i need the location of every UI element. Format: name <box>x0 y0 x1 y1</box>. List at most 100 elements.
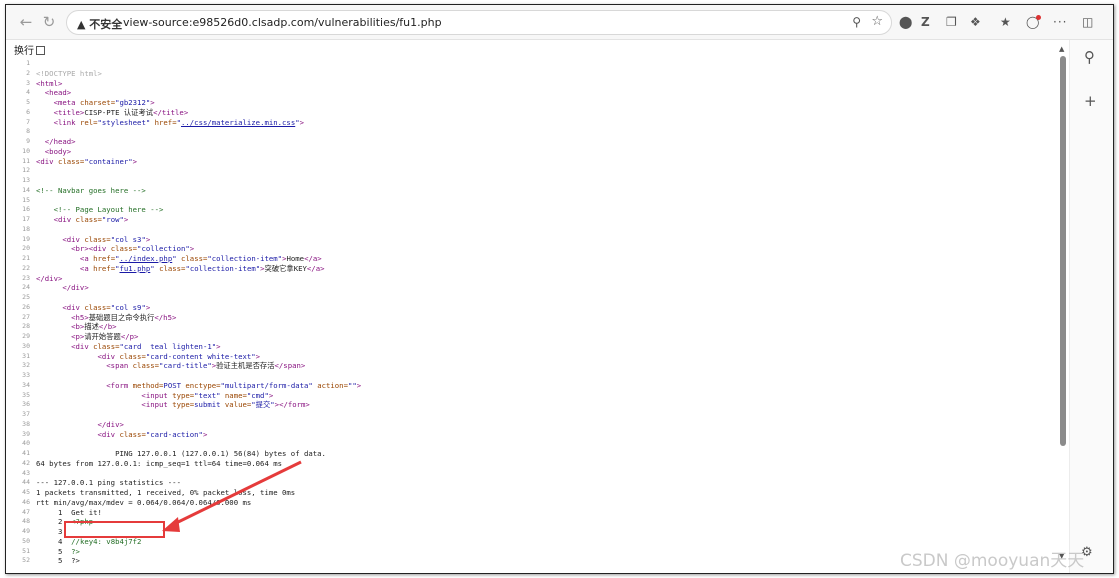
source-token: > <box>145 302 151 312</box>
line-text: </div> <box>36 283 88 293</box>
line-number: 35 <box>22 390 30 399</box>
scroll-thumb[interactable] <box>1060 56 1066 446</box>
source-line: 40 <box>18 439 1048 449</box>
url-text[interactable]: view-source:e98526d0.clsadp.com/vulnerab… <box>123 16 442 29</box>
source-token: ></form> <box>274 400 310 410</box>
line-text: 5 ?> <box>36 547 80 557</box>
line-number: 47 <box>22 507 30 516</box>
source-token: <b> <box>36 322 85 332</box>
line-wrap-toggle[interactable]: 换行 <box>14 42 45 57</box>
source-token: "multipart/form-data" <box>220 380 313 390</box>
source-token: "collection-item" <box>207 254 283 263</box>
source-line: 51 5 ?> <box>18 547 1048 557</box>
source-token: 验证主机是否存活 <box>216 361 275 371</box>
source-token: type= <box>172 400 195 410</box>
source-token: 突破它拿KEY <box>264 263 307 273</box>
source-token: Home <box>286 254 305 263</box>
line-number: 39 <box>22 429 30 438</box>
line-text: <body> <box>36 147 71 157</box>
line-number: 26 <box>22 302 30 311</box>
source-token: </h5> <box>154 312 177 322</box>
scroll-up-icon[interactable]: ▲ <box>1059 45 1064 53</box>
line-text: 3 <box>36 527 62 537</box>
source-line: 35 <input type="text" name="cmd"> <box>18 391 1048 401</box>
source-token: > <box>150 98 155 107</box>
source-line: 16 <!-- Page Layout here --> <box>18 205 1048 215</box>
source-token: <div <box>36 429 120 439</box>
line-number: 46 <box>22 497 30 506</box>
source-link[interactable]: ../css/materialize.min.css <box>181 118 295 127</box>
source-token: </title> <box>153 107 189 117</box>
source-link[interactable]: ../index.php <box>120 254 173 263</box>
back-arrow-icon[interactable]: ← <box>17 13 35 31</box>
source-token: <title> <box>36 107 85 117</box>
line-number: 12 <box>22 166 30 175</box>
source-token: "collection-item" <box>185 263 261 273</box>
source-token: POST <box>163 380 181 390</box>
add-icon[interactable]: + <box>1084 92 1097 110</box>
line-text: <meta charset="gb2312"> <box>36 98 155 108</box>
source-token: <link <box>36 117 80 127</box>
line-text: <link rel="stylesheet" href="../css/mate… <box>36 118 304 128</box>
line-text: <head> <box>36 88 71 98</box>
line-text: </head> <box>36 137 76 147</box>
extension-circle-icon[interactable]: ⬤ <box>899 14 912 30</box>
source-line: 18 <box>18 225 1048 235</box>
source-line: 8 <box>18 127 1048 137</box>
sidebar-toggle-icon[interactable]: ◫ <box>1082 14 1093 30</box>
line-number: 23 <box>22 273 30 282</box>
line-text: <title>CISP-PTE 认证考试</title> <box>36 107 189 118</box>
collections-icon[interactable]: ❐ <box>946 14 957 30</box>
zoom-icon[interactable]: ⚲ <box>852 15 861 29</box>
source-line: 33 <box>18 371 1048 381</box>
line-number: 3 <box>26 78 30 87</box>
address-bar[interactable]: ▲ 不安全 view-source:e98526d0.clsadp.com/vu… <box>66 10 892 35</box>
favorites-icon[interactable]: ★ <box>1000 14 1011 30</box>
source-token: //key4: v8b4j7f2 <box>71 536 142 546</box>
source-token: type= <box>172 390 195 400</box>
source-line: 6 <title>CISP-PTE 认证考试</title> <box>18 108 1048 118</box>
source-token: <div <box>36 341 94 351</box>
extensions-puzzle-icon[interactable]: ❖ <box>970 14 981 30</box>
source-token: <br><div <box>36 244 111 254</box>
line-text: <div class="card-content white-text"> <box>36 352 261 362</box>
line-text: 5 ?> <box>36 556 80 566</box>
line-number: 45 <box>22 488 30 496</box>
source-line: 30 <div class="card teal lighten-1"> <box>18 342 1048 352</box>
more-options-icon[interactable]: ··· <box>1053 14 1067 30</box>
source-link[interactable]: fu1.php <box>120 264 151 273</box>
source-token: submit <box>194 400 221 410</box>
source-token: 3 <box>36 527 63 536</box>
source-token: > <box>299 117 305 127</box>
source-token: "cmd" <box>246 390 269 400</box>
source-token: <input <box>36 390 173 400</box>
source-line: 17 <div class="row"> <box>18 215 1048 225</box>
source-line: 31 <div class="card-content white-text"> <box>18 352 1048 362</box>
line-text: <b>描述</b> <box>36 322 116 332</box>
line-number: 2 <box>26 68 30 77</box>
reload-icon[interactable]: ↻ <box>40 13 58 31</box>
source-token: class= <box>75 215 102 224</box>
browser-toolbar: ← ↻ ▲ 不安全 view-source:e98526d0.clsadp.co… <box>6 5 1113 40</box>
source-token: 请开始答题 <box>84 332 121 341</box>
source-token: href= <box>150 117 177 127</box>
source-token: class= <box>110 244 138 254</box>
line-number: 51 <box>22 546 30 555</box>
source-line: 36 <input type=submit value="提交"></form> <box>18 400 1048 410</box>
line-number: 33 <box>22 371 30 379</box>
line-number: 38 <box>22 419 30 428</box>
vertical-scrollbar[interactable]: ▲ ▼ <box>1058 45 1068 560</box>
favorite-star-icon[interactable]: ☆ <box>871 14 883 29</box>
source-line: 1 <box>18 59 1048 69</box>
source-line: 9 </head> <box>18 137 1048 147</box>
search-icon[interactable]: ⚲ <box>1084 48 1095 66</box>
extension-z-icon[interactable]: Z <box>921 14 930 30</box>
line-wrap-checkbox[interactable] <box>36 46 45 55</box>
security-warning[interactable]: ▲ 不安全 <box>77 16 122 32</box>
source-token: > <box>202 429 208 439</box>
source-line: 38 </div> <box>18 420 1048 430</box>
line-text: <html> <box>36 79 62 89</box>
line-text: <!DOCTYPE html> <box>36 69 102 79</box>
line-number: 15 <box>22 195 30 204</box>
source-token: </div> <box>36 273 63 283</box>
